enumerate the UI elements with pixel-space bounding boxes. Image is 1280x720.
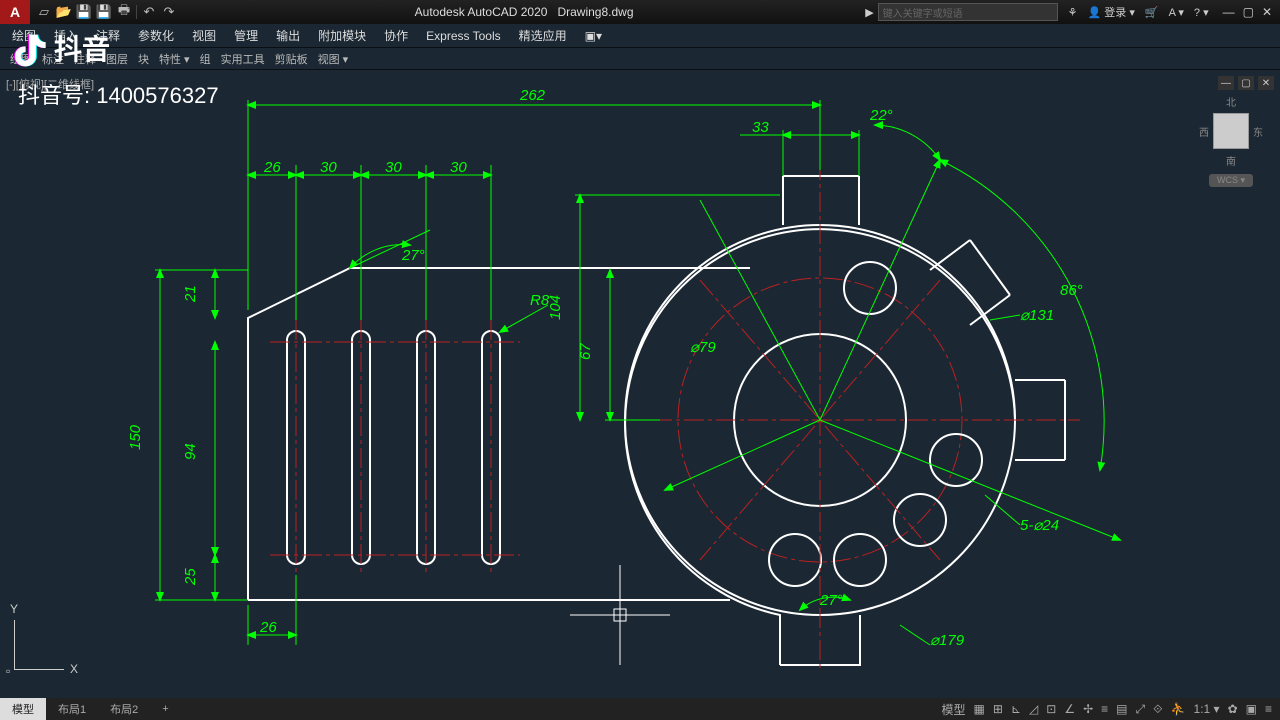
tab-layout1[interactable]: 布局1 bbox=[46, 698, 98, 720]
snap-icon[interactable]: ⊞ bbox=[993, 702, 1003, 716]
dim-94: 94 bbox=[182, 443, 199, 460]
plot-icon[interactable]: 🖶 bbox=[116, 4, 132, 20]
saveas-icon[interactable]: 💾 bbox=[96, 4, 112, 20]
dim-d79: ⌀79 bbox=[690, 339, 716, 356]
dim-30a: 30 bbox=[320, 159, 337, 176]
panel-group[interactable]: 组 bbox=[200, 51, 211, 67]
separator bbox=[136, 5, 137, 19]
search-input[interactable]: 键入关键字或短语 bbox=[878, 3, 1058, 21]
help-icon[interactable]: ? ▾ bbox=[1194, 6, 1209, 19]
minimize-button[interactable]: — bbox=[1223, 5, 1235, 19]
transp-icon[interactable]: ▤ bbox=[1116, 702, 1127, 716]
iso-icon[interactable]: ▣ bbox=[1246, 702, 1257, 716]
lweight-icon[interactable]: ≡ bbox=[1101, 702, 1108, 716]
dim-25: 25 bbox=[182, 568, 199, 586]
dim-104: 104 bbox=[547, 295, 564, 320]
connect-icon[interactable]: ⚘ bbox=[1068, 6, 1078, 19]
tab-collab[interactable]: 协作 bbox=[384, 27, 408, 44]
new-icon[interactable]: ▱ bbox=[36, 4, 52, 20]
undo-icon[interactable]: ↶ bbox=[141, 4, 157, 20]
sc-icon[interactable]: ⤢ bbox=[1136, 702, 1146, 717]
customize-icon[interactable]: ≡ bbox=[1265, 702, 1272, 716]
polar-icon[interactable]: ◿ bbox=[1029, 702, 1038, 716]
dim-21: 21 bbox=[182, 285, 199, 303]
dim-33: 33 bbox=[752, 119, 769, 136]
login-button[interactable]: 👤 登录 ▾ bbox=[1088, 4, 1135, 20]
title-bar: A ▱ 📂 💾 💾 🖶 ↶ ↷ Autodesk AutoCAD 2020 Dr… bbox=[0, 0, 1280, 24]
dim-d131: ⌀131 bbox=[1020, 307, 1054, 324]
dim-a86: 86° bbox=[1060, 282, 1083, 299]
tab-layout2[interactable]: 布局2 bbox=[98, 698, 150, 720]
save-icon[interactable]: 💾 bbox=[76, 4, 92, 20]
scale-button[interactable]: 1:1 ▾ bbox=[1194, 702, 1220, 716]
tab-view[interactable]: 视图 bbox=[192, 27, 216, 44]
dim-262: 262 bbox=[519, 87, 546, 104]
dim-30b: 30 bbox=[385, 159, 402, 176]
status-icons: 模型 ▦ ⊞ ⊾ ◿ ⊡ ∠ ✢ ≡ ▤ ⤢ ⟐ ⛹ 1:1 ▾ ✿ ▣ ≡ bbox=[942, 701, 1280, 718]
drawing-canvas[interactable]: 262 33 22° 86° 26 30 30 30 27° R8 104 67 bbox=[0, 70, 1280, 698]
ortho-icon[interactable]: ⊾ bbox=[1011, 702, 1021, 716]
tab-model[interactable]: 模型 bbox=[0, 698, 46, 720]
cart-icon[interactable]: 🛒 bbox=[1145, 6, 1159, 19]
dim-150: 150 bbox=[127, 424, 144, 450]
dynip-icon[interactable]: ✢ bbox=[1083, 702, 1093, 716]
dim-26a: 26 bbox=[263, 159, 281, 176]
ucs-icon: X Y ▫ bbox=[14, 610, 74, 670]
status-model[interactable]: 模型 bbox=[942, 701, 966, 718]
dim-d524: 5-⌀24 bbox=[1020, 517, 1059, 534]
grid-icon[interactable]: ▦ bbox=[974, 702, 985, 716]
close-button[interactable]: ✕ bbox=[1262, 5, 1272, 19]
annoscale-icon[interactable]: ⟐ bbox=[1153, 702, 1162, 717]
panel-block[interactable]: 块 bbox=[138, 51, 149, 67]
osnap-icon[interactable]: ⊡ bbox=[1046, 702, 1056, 716]
dim-a22: 22° bbox=[869, 107, 893, 124]
tab-output[interactable]: 输出 bbox=[276, 27, 300, 44]
maximize-button[interactable]: ▢ bbox=[1243, 5, 1254, 19]
tab-addins[interactable]: 附加模块 bbox=[318, 27, 366, 44]
douyin-brand: 抖音 bbox=[54, 28, 110, 68]
tab-express[interactable]: Express Tools bbox=[426, 29, 500, 43]
douyin-icon bbox=[10, 28, 50, 68]
panel-prop[interactable]: 特性 ▾ bbox=[159, 51, 190, 67]
person-icon[interactable]: ⛹ bbox=[1171, 702, 1186, 716]
status-bar: 模型 布局1 布局2 + 模型 ▦ ⊞ ⊾ ◿ ⊡ ∠ ✢ ≡ ▤ ⤢ ⟐ ⛹ … bbox=[0, 698, 1280, 720]
tab-manage[interactable]: 管理 bbox=[234, 27, 258, 44]
drawing-viewport[interactable]: [-][俯视][二维线框] — ▢ ✕ 北 西 东 南 WCS ▾ bbox=[0, 70, 1280, 698]
tab-add[interactable]: + bbox=[150, 698, 180, 720]
redo-icon[interactable]: ↷ bbox=[161, 4, 177, 20]
douyin-id: 抖音号: 1400576327 bbox=[18, 78, 219, 110]
dim-d179: ⌀179 bbox=[930, 632, 965, 649]
dim-30c: 30 bbox=[450, 159, 467, 176]
quick-access-toolbar: ▱ 📂 💾 💾 🖶 ↶ ↷ bbox=[30, 4, 183, 20]
window-controls: — ▢ ✕ bbox=[1215, 5, 1280, 19]
ribbon-tabs: 绘图 插入 注释 参数化 视图 管理 输出 附加模块 协作 Express To… bbox=[0, 24, 1280, 48]
layout-tabs: 模型 布局1 布局2 + bbox=[0, 698, 181, 720]
tab-featured[interactable]: 精选应用 bbox=[519, 27, 567, 44]
ribbon-panels: 绘图 标注 注释 图层 块 特性 ▾ 组 实用工具 剪贴板 视图 ▾ bbox=[0, 48, 1280, 70]
dim-67: 67 bbox=[577, 343, 594, 360]
app-icon[interactable]: A bbox=[0, 0, 30, 24]
gear-icon[interactable]: ✿ bbox=[1228, 702, 1238, 716]
open-icon[interactable]: 📂 bbox=[56, 4, 72, 20]
dim-26b: 26 bbox=[259, 619, 277, 636]
dim-a27b: 27° bbox=[819, 592, 843, 609]
tab-parametric[interactable]: 参数化 bbox=[138, 27, 174, 44]
search-prefix-icon: ▶ bbox=[865, 6, 873, 19]
tab-extra-icon[interactable]: ▣▾ bbox=[585, 29, 602, 43]
otrack-icon[interactable]: ∠ bbox=[1064, 702, 1075, 716]
window-title: Autodesk AutoCAD 2020 Drawing8.dwg bbox=[183, 5, 865, 19]
panel-view[interactable]: 视图 ▾ bbox=[318, 51, 349, 67]
panel-util[interactable]: 实用工具 bbox=[221, 51, 265, 67]
panel-clip[interactable]: 剪贴板 bbox=[275, 51, 308, 67]
exchange-icon[interactable]: A ▾ bbox=[1169, 6, 1184, 19]
dim-a27: 27° bbox=[401, 247, 425, 264]
douyin-watermark: 抖音 bbox=[10, 28, 110, 68]
title-right: ⚘ 👤 登录 ▾ 🛒 A ▾ ? ▾ bbox=[1068, 4, 1215, 20]
